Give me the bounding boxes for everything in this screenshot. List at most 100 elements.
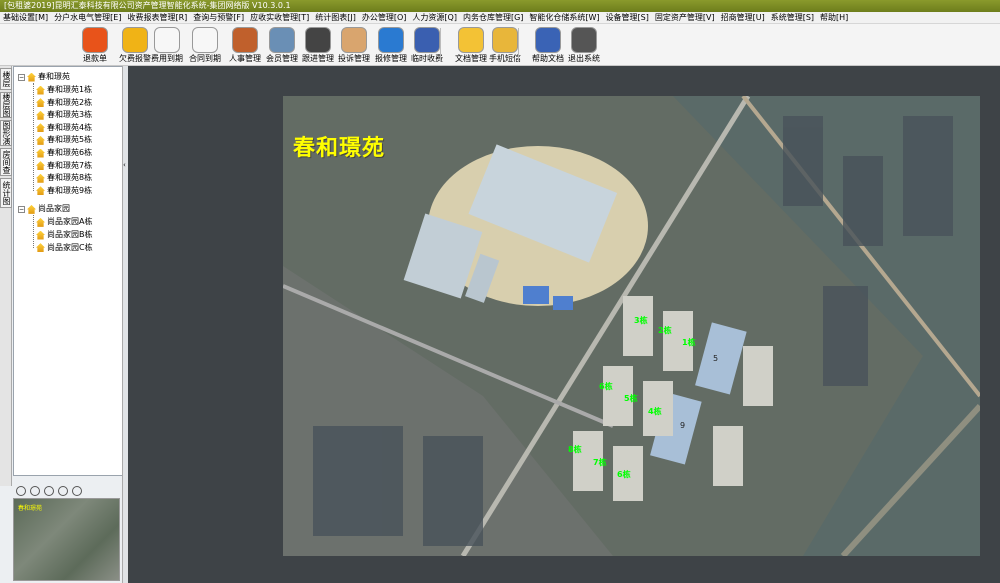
tree-item[interactable]: 春和璟苑4栋 (36, 122, 92, 134)
menu-item[interactable]: 收费报表管理[R] (124, 12, 190, 23)
tree-group[interactable]: − 春和璟苑 (18, 71, 70, 83)
menu-item[interactable]: 内务仓库管理[G] (460, 12, 526, 23)
tree-item[interactable]: 尚品家园C栋 (36, 242, 93, 254)
collapse-arrow-icon[interactable]: ‹ (123, 161, 126, 169)
building-label[interactable]: 4栋 (648, 406, 662, 417)
toolbar-button[interactable]: 帮助文档 (528, 27, 568, 65)
building-icon (36, 85, 45, 95)
tree-item[interactable]: 春和璟苑8栋 (36, 172, 92, 184)
toolbar-button-label: 帮助文档 (532, 54, 564, 63)
toolbar: 退款单 欠费报警 费用到期 合同到期 人事管理 会员管理 跟进管理 投诉管理 报修管理 临时收费文… (0, 24, 1000, 66)
menu-item[interactable]: 办公管理[O] (359, 12, 410, 23)
side-tab[interactable]: 统计图表 (0, 178, 12, 208)
toolbar-button-label: 费用到期 (151, 54, 183, 63)
tree-item[interactable]: 春和璟苑7栋 (36, 160, 92, 172)
menu-item[interactable]: 应收实收管理[T] (247, 12, 312, 23)
toolbar-button-label: 跟进管理 (302, 54, 334, 63)
building-label[interactable]: 7栋 (593, 457, 607, 468)
tree-item[interactable]: 春和璟苑5栋 (36, 134, 92, 146)
menu-bar: 基础设置[M] 分户水电气管理[E] 收费报表管理[R] 查询与预警[F] 应收实收管理… (0, 12, 1000, 24)
toolbar-button[interactable]: 临时收费 (407, 27, 447, 65)
side-tab[interactable]: 楼层平面 (0, 68, 12, 90)
side-tab[interactable]: 楼层图示 (0, 92, 12, 118)
tree-item[interactable]: 尚品家园A栋 (36, 216, 92, 228)
building-icon (36, 186, 45, 196)
toolbar-button-label: 报修管理 (375, 54, 407, 63)
tree-item[interactable]: 春和璟苑3栋 (36, 109, 92, 121)
menu-item[interactable]: 统计图表[J] (312, 12, 359, 23)
repair-icon (378, 27, 404, 53)
menu-item[interactable]: 帮助[H] (817, 12, 851, 23)
tree-item-label: 春和璟苑6栋 (47, 148, 93, 157)
tree-item[interactable]: 春和璟苑9栋 (36, 185, 92, 197)
building-icon (36, 135, 45, 145)
toolbar-button[interactable]: 跟进管理 (298, 27, 338, 65)
left-panel: 楼层平面楼层图示图形演示房间查询统计图表 −春和璟苑春和璟苑1栋春和璟苑2栋春和… (0, 66, 128, 583)
building-label[interactable]: 3栋 (634, 315, 648, 326)
toolbar-button[interactable]: 费用到期 (147, 27, 187, 65)
menu-item[interactable]: 分户水电气管理[E] (51, 12, 124, 23)
menu-item[interactable]: 查询与预警[F] (190, 12, 247, 23)
building-label[interactable]: 6栋 (599, 381, 613, 392)
menu-item[interactable]: 设备管理[S] (603, 12, 652, 23)
clock-icon (154, 27, 180, 53)
menu-item[interactable]: 人力资源[Q] (409, 12, 460, 23)
toolbar-button[interactable]: 人事管理 (225, 27, 265, 65)
zoom-out-icon[interactable] (30, 486, 40, 496)
toolbar-separator (440, 28, 441, 62)
menu-item[interactable]: 招商管理[U] (718, 12, 768, 23)
menu-item[interactable]: 固定资产管理[V] (652, 12, 718, 23)
settings-icon[interactable] (72, 486, 82, 496)
tree-item[interactable]: 春和璟苑6栋 (36, 147, 92, 159)
tree-item-label: 春和璟苑2栋 (47, 97, 93, 107)
minimap-toolbar (13, 484, 126, 498)
toolbar-separator (518, 28, 519, 62)
toolbar-button[interactable]: 报修管理 (371, 27, 411, 65)
minimap[interactable]: 春和璟苑 (13, 498, 120, 581)
building-icon (36, 148, 45, 158)
toolbar-button[interactable]: 合同到期 (185, 27, 225, 65)
tree-item[interactable]: 尚品家园B栋 (36, 229, 93, 241)
tree-item-label: 春和璟苑1栋 (47, 85, 93, 94)
toolbar-button[interactable]: 手机短信 (485, 27, 525, 65)
tree-item-label: 春和璟苑3栋 (47, 110, 93, 120)
building-icon (36, 98, 45, 108)
toolbar-button-label: 合同到期 (189, 54, 221, 63)
building-label[interactable]: 6栋 (617, 469, 631, 480)
toolbar-button[interactable]: 退出系统 (564, 27, 604, 65)
building-icon (27, 72, 36, 82)
tree-item-label: 春和璟苑8栋 (47, 173, 93, 183)
pan-icon[interactable] (44, 486, 54, 496)
power-icon (571, 27, 597, 53)
tree-item[interactable]: 春和璟苑1栋 (36, 84, 92, 96)
toolbar-button-label: 人事管理 (229, 54, 261, 63)
building-label[interactable]: 1栋 (682, 337, 696, 348)
people-icon (232, 27, 258, 53)
tree-item-label: 尚品家园C栋 (47, 242, 93, 252)
building-label[interactable]: 8栋 (568, 444, 582, 455)
menu-item[interactable]: 智能化仓储系统[W] (526, 12, 602, 23)
menu-item[interactable]: 基础设置[M] (0, 12, 51, 23)
collapse-icon[interactable]: − (18, 73, 25, 81)
fit-icon[interactable] (58, 486, 68, 496)
toolbar-button[interactable]: 退款单 (75, 27, 115, 65)
building-icon (36, 217, 45, 227)
menu-item[interactable]: 系统管理[S] (768, 12, 817, 23)
roof-number: 5 (713, 354, 719, 363)
tree-group[interactable]: − 尚品家园 (18, 203, 70, 215)
toolbar-button[interactable]: 会员管理 (262, 27, 302, 65)
toolbar-button-label: 会员管理 (266, 54, 298, 63)
side-tab[interactable]: 房间查询 (0, 148, 12, 176)
refund-icon (82, 27, 108, 53)
tree-item[interactable]: 春和璟苑2栋 (36, 97, 92, 109)
building-label[interactable]: 2栋 (658, 325, 672, 336)
building-label[interactable]: 5栋 (624, 393, 638, 404)
toolbar-button[interactable]: 投诉管理 (334, 27, 374, 65)
complaint-icon (341, 27, 367, 53)
side-tab[interactable]: 图形演示 (0, 120, 12, 146)
satellite-map[interactable]: 春和璟苑 3栋 2栋 1栋 6栋 5栋 4栋 8栋 7栋 6栋 5 9 (283, 96, 980, 556)
zoom-in-icon[interactable] (16, 486, 26, 496)
building-icon (36, 161, 45, 171)
collapse-icon[interactable]: − (18, 205, 25, 213)
building-icon (36, 173, 45, 183)
